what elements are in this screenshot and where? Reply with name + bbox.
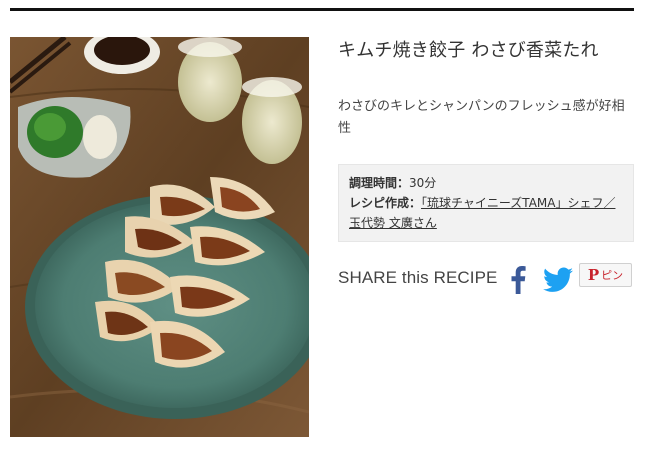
recipe-info-box: 調理時間：30分 レシピ作成：「琉球チャイニーズTAMA」シェフ／玉代勢 文廣さ… — [338, 164, 634, 242]
facebook-icon[interactable] — [510, 266, 526, 294]
share-label: SHARE this RECIPE — [338, 268, 498, 287]
pinterest-icon: P — [587, 265, 600, 284]
cooking-time-value: 30分 — [409, 176, 437, 190]
top-divider — [10, 8, 634, 11]
cooking-time-row: 調理時間：30分 — [349, 173, 623, 193]
author-label: レシピ作成： — [349, 196, 422, 210]
twitter-icon[interactable] — [543, 267, 573, 293]
share-bar: SHARE this RECIPE P ピン — [338, 263, 638, 297]
recipe-photo — [10, 37, 309, 437]
recipe-photo-illustration — [10, 37, 309, 437]
recipe-title: キムチ焼き餃子 わさび香菜たれ — [338, 40, 599, 61]
recipe-description: わさびのキレとシャンパンのフレッシュ感が好相性 — [338, 99, 625, 136]
pinterest-label: ピン — [601, 269, 624, 282]
author-row: レシピ作成：「琉球チャイニーズTAMA」シェフ／玉代勢 文廣さん — [349, 193, 623, 233]
cooking-time-label: 調理時間： — [349, 176, 410, 190]
pinterest-button[interactable]: P ピン — [579, 263, 632, 287]
